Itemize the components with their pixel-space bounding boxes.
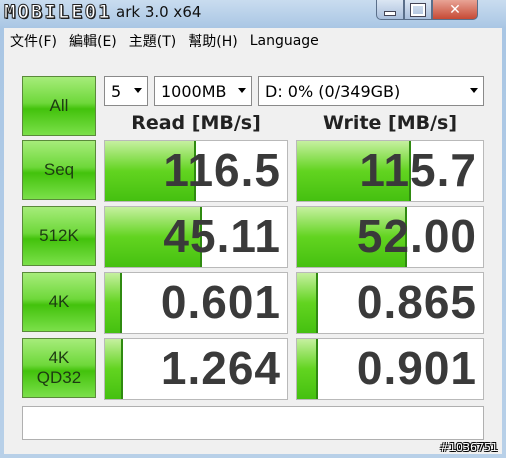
menu-theme[interactable]: 主題(T) [123, 31, 182, 51]
512k-write-value: 52.00 [356, 210, 477, 262]
4k-qd32-read-cell: 1.264 [104, 338, 288, 400]
all-button[interactable]: All [22, 76, 96, 136]
menu-language[interactable]: Language [244, 33, 325, 49]
test-count-select[interactable]: 5 [104, 76, 148, 106]
menu-help[interactable]: 幫助(H) [182, 31, 243, 51]
test-size-value: 1000MB [161, 81, 227, 101]
4k-qd32-write-value: 0.901 [356, 342, 477, 394]
menu-file[interactable]: 文件(F) [4, 31, 63, 51]
512k-button[interactable]: 512K [22, 206, 96, 266]
menu-bar: 文件(F) 編輯(E) 主題(T) 幫助(H) Language [4, 28, 502, 54]
seq-write-value: 115.7 [359, 144, 477, 196]
chevron-down-icon [238, 88, 246, 93]
4k-write-cell: 0.865 [296, 272, 484, 334]
drive-select[interactable]: D: 0% (0/349GB) [258, 76, 484, 106]
watermark-logo: MOBILE01 [4, 1, 112, 24]
512k-write-cell: 52.00 [296, 206, 484, 268]
4k-qd32-button[interactable]: 4K QD32 [22, 338, 96, 398]
title-bar[interactable]: MOBILE01 ark 3.0 x64 ✕ [0, 0, 506, 28]
test-size-select[interactable]: 1000MB [154, 76, 252, 106]
maximize-button[interactable] [404, 0, 432, 20]
512k-read-value: 45.11 [163, 210, 281, 262]
seq-read-value: 116.5 [163, 144, 281, 196]
seq-button[interactable]: Seq [22, 140, 96, 200]
chevron-down-icon [470, 88, 478, 93]
4k-read-value: 0.601 [160, 276, 281, 328]
chevron-down-icon [134, 88, 142, 93]
image-id-badge: #1036751 [439, 441, 498, 454]
status-field[interactable] [22, 406, 484, 440]
seq-read-cell: 116.5 [104, 140, 288, 202]
window-title: ark 3.0 x64 [116, 3, 202, 21]
minimize-button[interactable] [376, 0, 404, 20]
512k-read-cell: 45.11 [104, 206, 288, 268]
maximize-icon [410, 2, 426, 17]
4k-write-bar [297, 273, 318, 333]
test-count-value: 5 [111, 81, 122, 101]
write-header: Write [MB/s] [322, 112, 458, 134]
read-header: Read [MB/s] [131, 112, 261, 134]
close-icon: ✕ [449, 1, 461, 18]
4k-read-bar [105, 273, 122, 333]
minimize-icon [384, 10, 396, 16]
4k-qd32-write-bar [297, 339, 318, 399]
menu-edit[interactable]: 編輯(E) [63, 31, 123, 51]
4k-write-value: 0.865 [356, 276, 477, 328]
drive-value: D: 0% (0/349GB) [265, 81, 401, 101]
4k-qd32-read-bar [105, 339, 124, 399]
4k-qd32-read-value: 1.264 [160, 342, 281, 394]
4k-qd32-write-cell: 0.901 [296, 338, 484, 400]
4k-button[interactable]: 4K [22, 272, 96, 332]
close-button[interactable]: ✕ [432, 0, 478, 20]
seq-write-cell: 115.7 [296, 140, 484, 202]
4k-read-cell: 0.601 [104, 272, 288, 334]
